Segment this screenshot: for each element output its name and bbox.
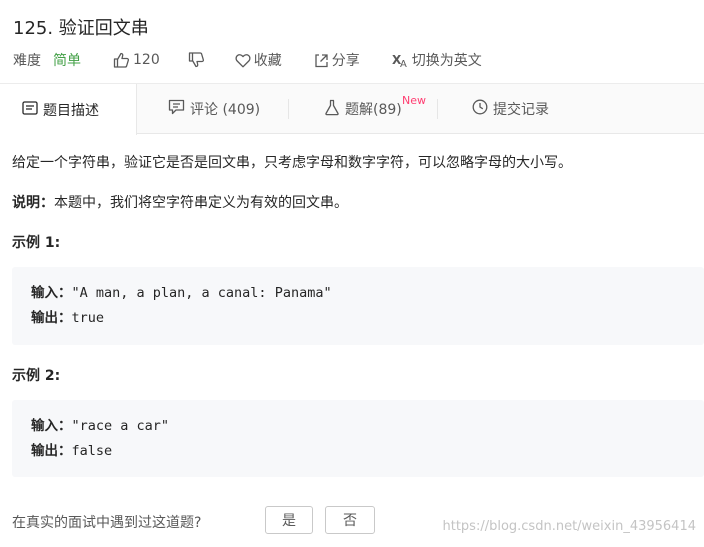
interview-question: 在真实的面试中遇到过这道题? <box>12 515 202 531</box>
tab-description[interactable]: 题目描述 <box>0 84 137 135</box>
new-badge: New <box>402 94 426 107</box>
tab-comments[interactable]: 评论 (409) <box>168 84 260 134</box>
tab-solutions-label: 题解(89) <box>345 102 402 118</box>
output-value: false <box>71 443 113 459</box>
input-label: 输入： <box>31 418 72 434</box>
example-output-line: 输出：false <box>31 439 685 464</box>
favorite-label: 收藏 <box>253 53 282 69</box>
output-label: 输出： <box>31 443 72 459</box>
description-icon <box>22 100 38 119</box>
thumbs-down-icon <box>188 52 205 68</box>
tab-bar: 题目描述 评论 (409) 题解(89) New 提交记录 <box>0 84 704 135</box>
difficulty-value: 简单 <box>53 53 81 69</box>
example-code-block: 输入："race a car" 输出：false <box>12 400 704 477</box>
dislike-button[interactable] <box>188 52 205 68</box>
input-value: "A man, a plan, a canal: Panama" <box>71 285 332 301</box>
example-input-line: 输入："A man, a plan, a canal: Panama" <box>31 281 685 306</box>
example-title: 示例 2: <box>12 368 61 384</box>
heart-icon <box>235 53 251 68</box>
translate-icon: XA <box>392 52 409 68</box>
switch-language-label: 切换为英文 <box>411 53 482 69</box>
example-input-line: 输入："race a car" <box>31 414 685 439</box>
flask-icon <box>324 99 340 120</box>
tab-solutions[interactable]: 题解(89) <box>324 84 402 134</box>
tab-comments-label: 评论 (409) <box>190 102 261 118</box>
tab-divider <box>437 99 438 119</box>
problem-note: 说明：本题中，我们将空字符串定义为有效的回文串。 <box>12 192 348 212</box>
problem-meta-row: 难度 简单 120 收藏 分享 XA 切换为英文 <box>13 50 510 70</box>
difficulty-label: 难度 <box>13 53 41 69</box>
tab-divider <box>288 99 289 119</box>
like-button[interactable]: 120 <box>113 52 160 68</box>
input-label: 输入： <box>31 285 72 301</box>
no-button[interactable]: 否 <box>325 506 375 534</box>
tab-submissions-label: 提交记录 <box>493 102 549 118</box>
tab-description-label: 题目描述 <box>43 102 99 119</box>
tab-submissions[interactable]: 提交记录 <box>472 84 549 134</box>
watermark: https://blog.csdn.net/weixin_43956414 <box>442 519 696 534</box>
favorite-button[interactable]: 收藏 <box>235 50 282 70</box>
note-label: 说明： <box>12 195 54 211</box>
switch-language-button[interactable]: XA 切换为英文 <box>392 50 482 70</box>
clock-icon <box>472 99 488 119</box>
output-value: true <box>71 310 105 326</box>
thumbs-up-icon <box>113 52 130 68</box>
like-count: 120 <box>133 52 160 68</box>
share-icon <box>314 53 329 68</box>
yes-button[interactable]: 是 <box>265 506 313 534</box>
problem-description: 给定一个字符串，验证它是否是回文串，只考虑字母和数字字符，可以忽略字母的大小写。 <box>12 155 572 171</box>
example-output-line: 输出：true <box>31 306 685 331</box>
svg-text:A: A <box>400 59 407 68</box>
example-code-block: 输入："A man, a plan, a canal: Panama" 输出：t… <box>12 267 704 345</box>
problem-header: 125. 验证回文串 难度 简单 120 收藏 分享 X A 切换为英文 <box>0 0 704 84</box>
example-title: 示例 1: <box>12 235 61 251</box>
share-button[interactable]: 分享 <box>314 50 360 70</box>
output-label: 输出： <box>31 310 72 326</box>
note-text: 本题中，我们将空字符串定义为有效的回文串。 <box>54 195 348 211</box>
comment-icon <box>168 99 185 119</box>
share-label: 分享 <box>331 53 360 69</box>
problem-title: 125. 验证回文串 <box>13 18 149 39</box>
input-value: "race a car" <box>71 418 170 434</box>
